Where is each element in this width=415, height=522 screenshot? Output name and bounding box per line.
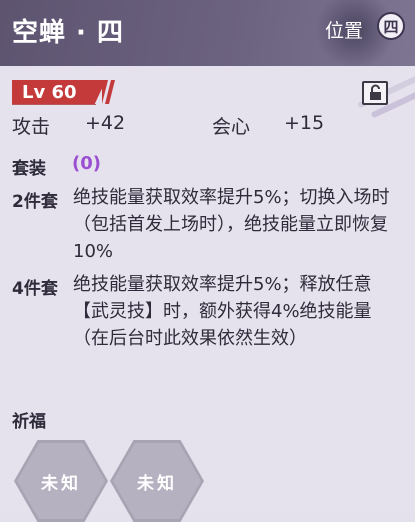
lock-icon[interactable] xyxy=(362,81,388,105)
set-title: 套装 xyxy=(12,159,46,179)
blessing-title: 祈福 xyxy=(12,412,46,432)
card-header: 空蝉 · 四 位置 四 xyxy=(0,0,415,66)
level-badge: Lv 60 xyxy=(12,80,106,104)
stat-value-crit: +15 xyxy=(284,112,325,134)
blessing-slot-2-label: 未知 xyxy=(137,473,177,494)
set-bonus-2-label: 2件套 xyxy=(12,192,58,212)
set-bonus-4-text: 绝技能量获取效率提升5%；释放任意【武灵技】时，额外获得4%绝技能量（在后台时此… xyxy=(73,274,372,349)
stat-label-crit: 会心 xyxy=(212,116,251,138)
set-bonus-4-label: 4件套 xyxy=(12,279,58,299)
equipment-title: 空蝉 · 四 xyxy=(12,18,124,48)
equipment-card: 空蝉 · 四 位置 四 Lv 60 攻击 +42 会心 +15 套装 (0) 2… xyxy=(0,0,415,522)
stripe-icon xyxy=(102,80,115,104)
position-badge: 四 xyxy=(377,12,405,40)
blessing-slot-2[interactable]: 未知 xyxy=(110,440,204,522)
blessing-slot-1-label: 未知 xyxy=(41,473,81,494)
blessing-slot-1[interactable]: 未知 xyxy=(14,440,108,522)
stat-label-attack: 攻击 xyxy=(12,116,51,138)
position-label: 位置 xyxy=(324,20,363,42)
set-count: (0) xyxy=(72,153,101,174)
set-bonus-2-text: 绝技能量获取效率提升5%；切换入场时（包括首发上场时），绝技能量立即恢复10% xyxy=(73,187,390,262)
stat-value-attack: +42 xyxy=(85,112,126,134)
level-underline xyxy=(12,104,96,105)
